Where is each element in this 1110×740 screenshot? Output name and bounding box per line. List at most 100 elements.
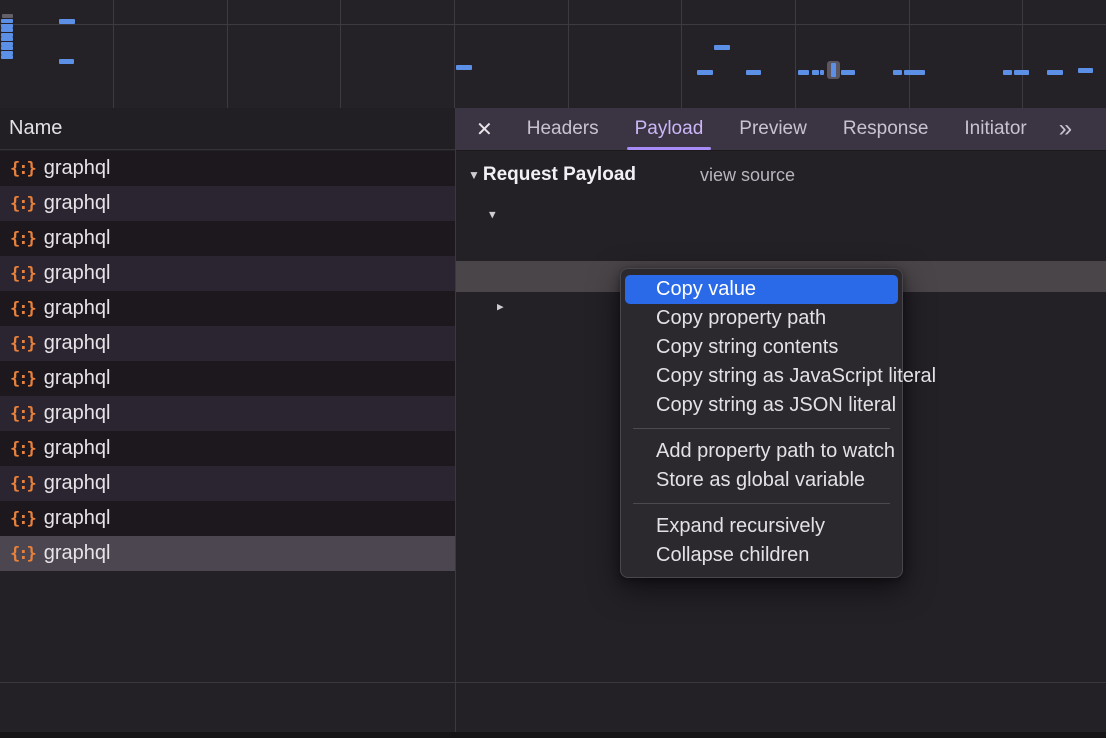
json-braces-icon: {:}	[10, 159, 35, 179]
json-braces-icon: {:}	[10, 334, 35, 354]
request-timing-bar	[1, 19, 13, 23]
request-timing-bar	[59, 19, 75, 24]
json-braces-icon: {:}	[10, 369, 35, 389]
menu-separator	[633, 428, 890, 429]
selected-request-marker	[827, 61, 840, 79]
tab-strip: HeadersPayloadPreviewResponseInitiator	[509, 108, 1045, 150]
request-row[interactable]: {:} graphql	[0, 466, 455, 501]
tab-payload[interactable]: Payload	[617, 108, 722, 150]
view-source-wrap: view source	[456, 160, 1106, 190]
request-row[interactable]: {:} graphql	[0, 291, 455, 326]
request-row[interactable]: {:} graphql	[0, 186, 455, 221]
timeline-gridline	[227, 0, 228, 108]
json-braces-icon: {:}	[10, 509, 35, 529]
request-timing-bar	[904, 70, 925, 75]
json-braces-icon: {:}	[10, 439, 35, 459]
request-name-label: graphql	[44, 437, 111, 460]
json-braces-icon: {:}	[10, 404, 35, 424]
request-timing-bar	[893, 70, 902, 75]
menu-item[interactable]: Copy string as JavaScript literal	[625, 362, 898, 391]
request-timing-bar	[456, 65, 472, 70]
request-row[interactable]: {:} graphql	[0, 501, 455, 536]
devtools-window: Name {:} graphql {:} graphql {:} graphql {:} gr…	[0, 0, 1106, 738]
json-braces-icon: {:}	[10, 299, 35, 319]
menu-item[interactable]: Copy string as JSON literal	[625, 391, 898, 420]
json-braces-icon: {:}	[10, 194, 35, 214]
request-timing-bar	[1, 46, 13, 50]
menu-item[interactable]: Collapse children	[625, 541, 898, 570]
request-row[interactable]: {:}graphql	[0, 326, 455, 361]
request-name-label: graphql	[44, 157, 111, 180]
request-timing-bar	[714, 45, 730, 50]
menu-item[interactable]: Copy string contents	[625, 333, 898, 362]
timeline-gridline	[340, 0, 341, 108]
name-column-label: Name	[9, 117, 62, 140]
network-overview[interactable]	[0, 0, 1106, 109]
request-timing-bar	[1078, 68, 1093, 73]
request-name-label: graphql	[44, 472, 111, 495]
request-timing-bar	[2, 14, 13, 18]
json-braces-icon: {:}	[10, 264, 35, 284]
request-timing-bar	[1014, 70, 1029, 75]
request-name-label: graphql	[44, 367, 111, 390]
request-name-label: graphql	[44, 192, 111, 215]
menu-item[interactable]: Copy value	[625, 275, 898, 304]
request-row[interactable]: {:} graphql	[0, 151, 455, 186]
menu-item[interactable]: Add property path to watch	[625, 437, 898, 466]
request-timing-bar	[1, 28, 13, 32]
tab-initiator[interactable]: Initiator	[946, 108, 1044, 150]
timeline-gridline	[454, 0, 455, 108]
request-timing-bar	[59, 59, 74, 64]
timeline-gridline	[795, 0, 796, 108]
request-name-label: graphql	[44, 227, 111, 250]
screenshot-root: Name {:} graphql {:} graphql {:} graphql {:} gr…	[0, 0, 1110, 740]
close-icon: ✕	[476, 117, 493, 142]
timeline-gridline-horizontal	[0, 24, 1106, 25]
request-row[interactable]: {:} graphql	[0, 396, 455, 431]
tab-headers[interactable]: Headers	[509, 108, 617, 150]
expanded-triangle-icon[interactable]: ▼	[489, 200, 496, 230]
tab-response[interactable]: Response	[825, 108, 947, 150]
selected-request-bar	[831, 63, 836, 77]
menu-item[interactable]: Expand recursively	[625, 512, 898, 541]
menu-separator	[633, 503, 890, 504]
timeline-gridline	[1022, 0, 1023, 108]
request-name-label: graphql	[44, 402, 111, 425]
json-braces-icon: {:}	[10, 474, 35, 494]
tab-preview[interactable]: Preview	[721, 108, 825, 150]
request-row[interactable]: {:} graphql	[0, 221, 455, 256]
more-tabs-button[interactable]: »	[1045, 108, 1086, 150]
close-details-button[interactable]: ✕	[456, 108, 509, 150]
context-menu: Copy valueCopy property pathCopy string …	[620, 268, 903, 578]
request-name-label: graphql	[44, 507, 111, 530]
request-name-label: graphql	[44, 297, 111, 320]
request-timing-bar	[820, 70, 824, 75]
request-timing-bar	[798, 70, 809, 75]
view-source-link[interactable]: view source	[700, 165, 795, 186]
footer-separator	[0, 682, 1106, 683]
request-row[interactable]: {:} graphql	[0, 361, 455, 396]
request-row[interactable]: {:} graphql	[0, 431, 455, 466]
name-column-header[interactable]: Name	[0, 108, 455, 150]
payload-row-operationname[interactable]: operationName: "ipFlowTimeseries"	[456, 231, 1106, 261]
menu-item[interactable]: Copy property path	[625, 304, 898, 333]
request-timing-bar	[1003, 70, 1012, 75]
timeline-gridline	[909, 0, 910, 108]
timeline-gridline	[113, 0, 114, 108]
json-braces-icon: {:}	[10, 544, 35, 564]
request-timing-bar	[746, 70, 761, 75]
request-row[interactable]: {:}graphql	[0, 536, 455, 571]
request-timing-bar	[1047, 70, 1063, 75]
json-braces-icon: {:}	[10, 229, 35, 249]
request-timing-bar	[1, 37, 13, 41]
collapsed-triangle-icon[interactable]: ▶	[497, 292, 504, 322]
request-timing-bar	[812, 70, 819, 75]
window-bottom-edge	[0, 732, 1106, 738]
timeline-gridline	[681, 0, 682, 108]
request-row[interactable]: {:} graphql	[0, 256, 455, 291]
payload-row-root[interactable]: ▼ {operationName: "ipFlowTimeseries", va…	[456, 200, 1106, 230]
request-name-label: graphql	[44, 262, 111, 285]
request-timing-bar	[697, 70, 713, 75]
menu-item[interactable]: Store as global variable	[625, 466, 898, 495]
chevron-double-right-icon: »	[1059, 115, 1072, 143]
